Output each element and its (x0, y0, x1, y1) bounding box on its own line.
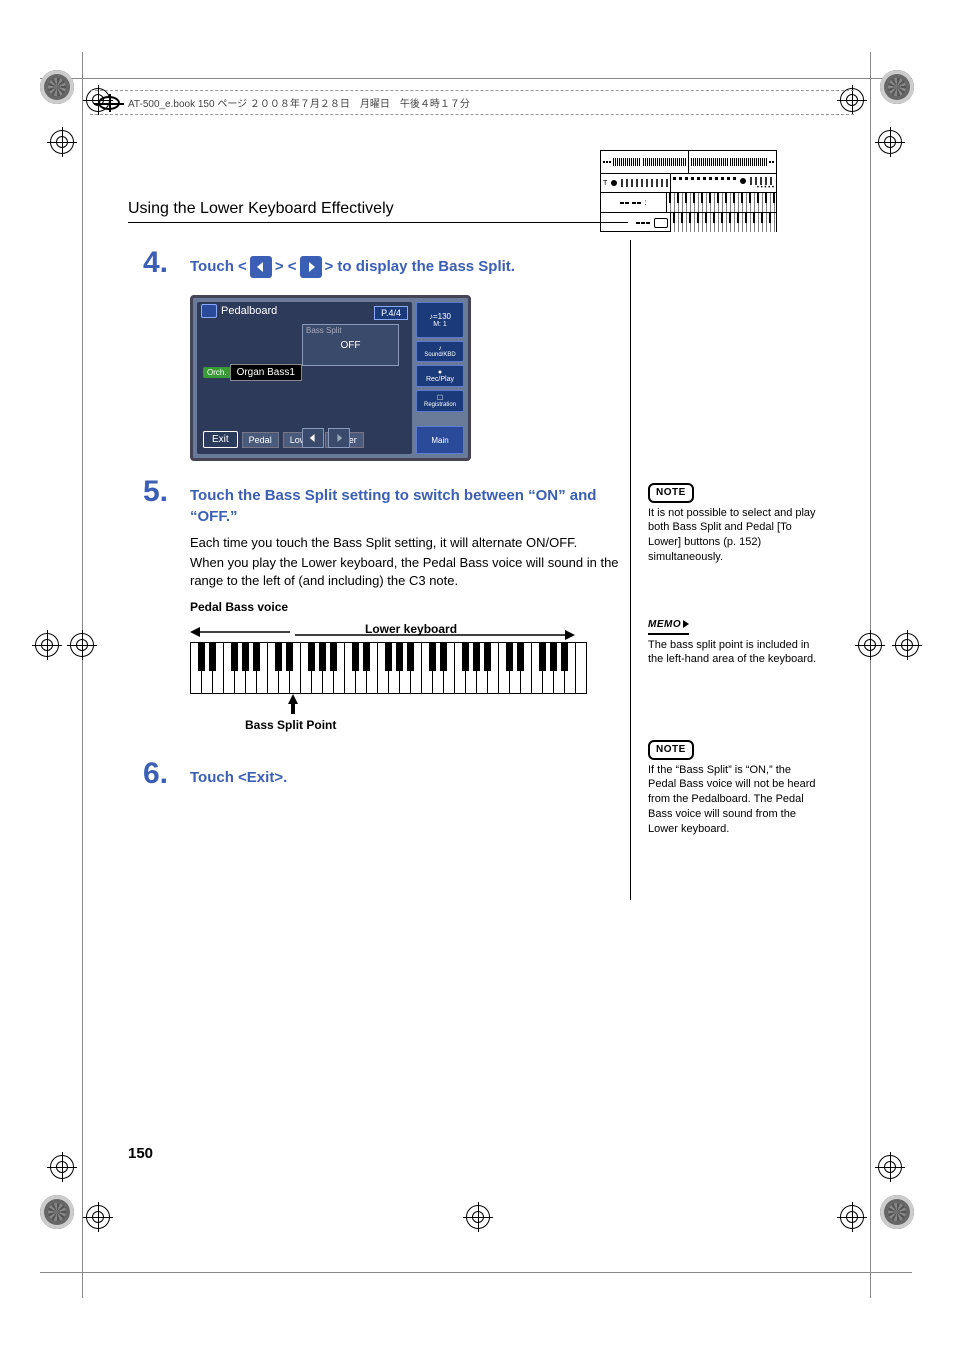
setting-value: OFF (303, 340, 398, 351)
step-number-4: 4. (128, 246, 168, 280)
section-underline (128, 222, 628, 223)
step-4-text: Touch < > < > to display the Bass Split. (190, 256, 620, 278)
step-4-suffix: > to display the Bass Split. (325, 258, 515, 275)
crop-line (82, 52, 83, 1298)
tab-pedal[interactable]: Pedal (242, 432, 279, 448)
split-point-arrow-icon (288, 694, 298, 714)
sound-kbd-label: Sound/KBD (418, 352, 462, 358)
tempo-value: ♪=130 (418, 312, 462, 321)
crosshair-icon (35, 633, 59, 657)
memo-text: The bass split point is included in the … (648, 639, 816, 666)
step-5-body2: When you play the Lower keyboard, the Pe… (190, 554, 620, 590)
main-button[interactable]: Main (416, 426, 464, 454)
right-arrow-icon (300, 256, 322, 278)
crop-line (870, 52, 871, 1298)
range-arrow-right (295, 627, 575, 637)
crosshair-icon (50, 1155, 74, 1179)
crosshair-icon (70, 633, 94, 657)
lcd-screenshot: Pedalboard P.4/4 Bass Split OFF Orch. Or… (190, 295, 471, 461)
bass-split-point-label: Bass Split Point (245, 718, 336, 732)
header-mark-icon (98, 96, 120, 110)
rec-play-button[interactable]: ● Rec/Play (416, 365, 464, 387)
sidebar-note-2: NOTE If the “Bass Split” is “ON,” the Pe… (648, 740, 818, 837)
range-arrow-left (190, 624, 290, 634)
crop-line (40, 78, 912, 79)
registration-mark-icon (40, 70, 74, 104)
next-page-button[interactable] (328, 428, 350, 448)
pedal-bass-voice-label: Pedal Bass voice (190, 600, 288, 614)
voice-category: Orch. (203, 367, 231, 378)
step-5-body1: Each time you touch the Bass Split setti… (190, 534, 610, 552)
note-tag: NOTE (648, 483, 694, 503)
bass-split-setting[interactable]: Bass Split OFF (302, 324, 399, 366)
registration-mark-icon (40, 1195, 74, 1229)
voice-name: Organ Bass1 (230, 364, 302, 381)
crosshair-icon (840, 1205, 864, 1229)
sidebar-memo: MEMO The bass split point is included in… (648, 617, 818, 667)
sound-kbd-button[interactable]: ♪ Sound/KBD (416, 341, 464, 362)
crosshair-icon (895, 633, 919, 657)
crosshair-icon (466, 1205, 490, 1229)
side-divider (630, 240, 631, 900)
step-number-6: 6. (128, 757, 168, 791)
step-4-mid: > < (275, 258, 297, 275)
page-number: 150 (128, 1145, 153, 1162)
registration-mark-icon (880, 70, 914, 104)
crosshair-icon (878, 130, 902, 154)
pedalboard-icon (201, 304, 217, 318)
rec-play-label: Rec/Play (418, 376, 462, 383)
step-6-title: Touch <Exit>. (190, 767, 610, 788)
exit-button[interactable]: Exit (203, 431, 238, 448)
voice-indicator: Orch. Organ Bass1 (203, 364, 302, 381)
registration-button[interactable]: ☐ Registration (416, 390, 464, 412)
crop-line (40, 1272, 912, 1273)
crosshair-icon (858, 633, 882, 657)
measure-value: M: 1 (418, 321, 462, 328)
tempo-display: ♪=130 M: 1 (416, 302, 464, 338)
sidebar-note-1: NOTE It is not possible to select and pl… (648, 483, 818, 565)
prev-page-button[interactable] (302, 428, 324, 448)
screen-title: Pedalboard (201, 304, 277, 318)
step-5-title: Touch the Bass Split setting to switch b… (190, 485, 610, 527)
screen-title-text: Pedalboard (221, 305, 277, 317)
note-1-text: It is not possible to select and play bo… (648, 507, 816, 564)
step-number-5: 5. (128, 475, 168, 509)
note-2-text: If the “Bass Split” is “ON,” the Pedal B… (648, 764, 816, 835)
screen-page-indicator: P.4/4 (374, 306, 408, 320)
crosshair-icon (878, 1155, 902, 1179)
note-tag: NOTE (648, 740, 694, 760)
left-arrow-icon (250, 256, 272, 278)
keyboard-graphic (190, 642, 587, 694)
section-title: Using the Lower Keyboard Effectively (128, 200, 394, 218)
organ-diagram: T • • • • • : (600, 150, 777, 232)
crosshair-icon (86, 1205, 110, 1229)
page-header: AT-500_e.book 150 ページ ２００８年７月２８日 月曜日 午後４… (90, 90, 854, 115)
step-4-prefix: Touch < (190, 258, 247, 275)
memo-tag: MEMO (648, 618, 689, 635)
registration-mark-icon (880, 1195, 914, 1229)
crosshair-icon (50, 130, 74, 154)
registration-label: Registration (418, 402, 462, 408)
header-filename: AT-500_e.book 150 ページ ２００８年７月２８日 月曜日 午後４… (128, 95, 470, 110)
setting-label: Bass Split (303, 325, 398, 336)
